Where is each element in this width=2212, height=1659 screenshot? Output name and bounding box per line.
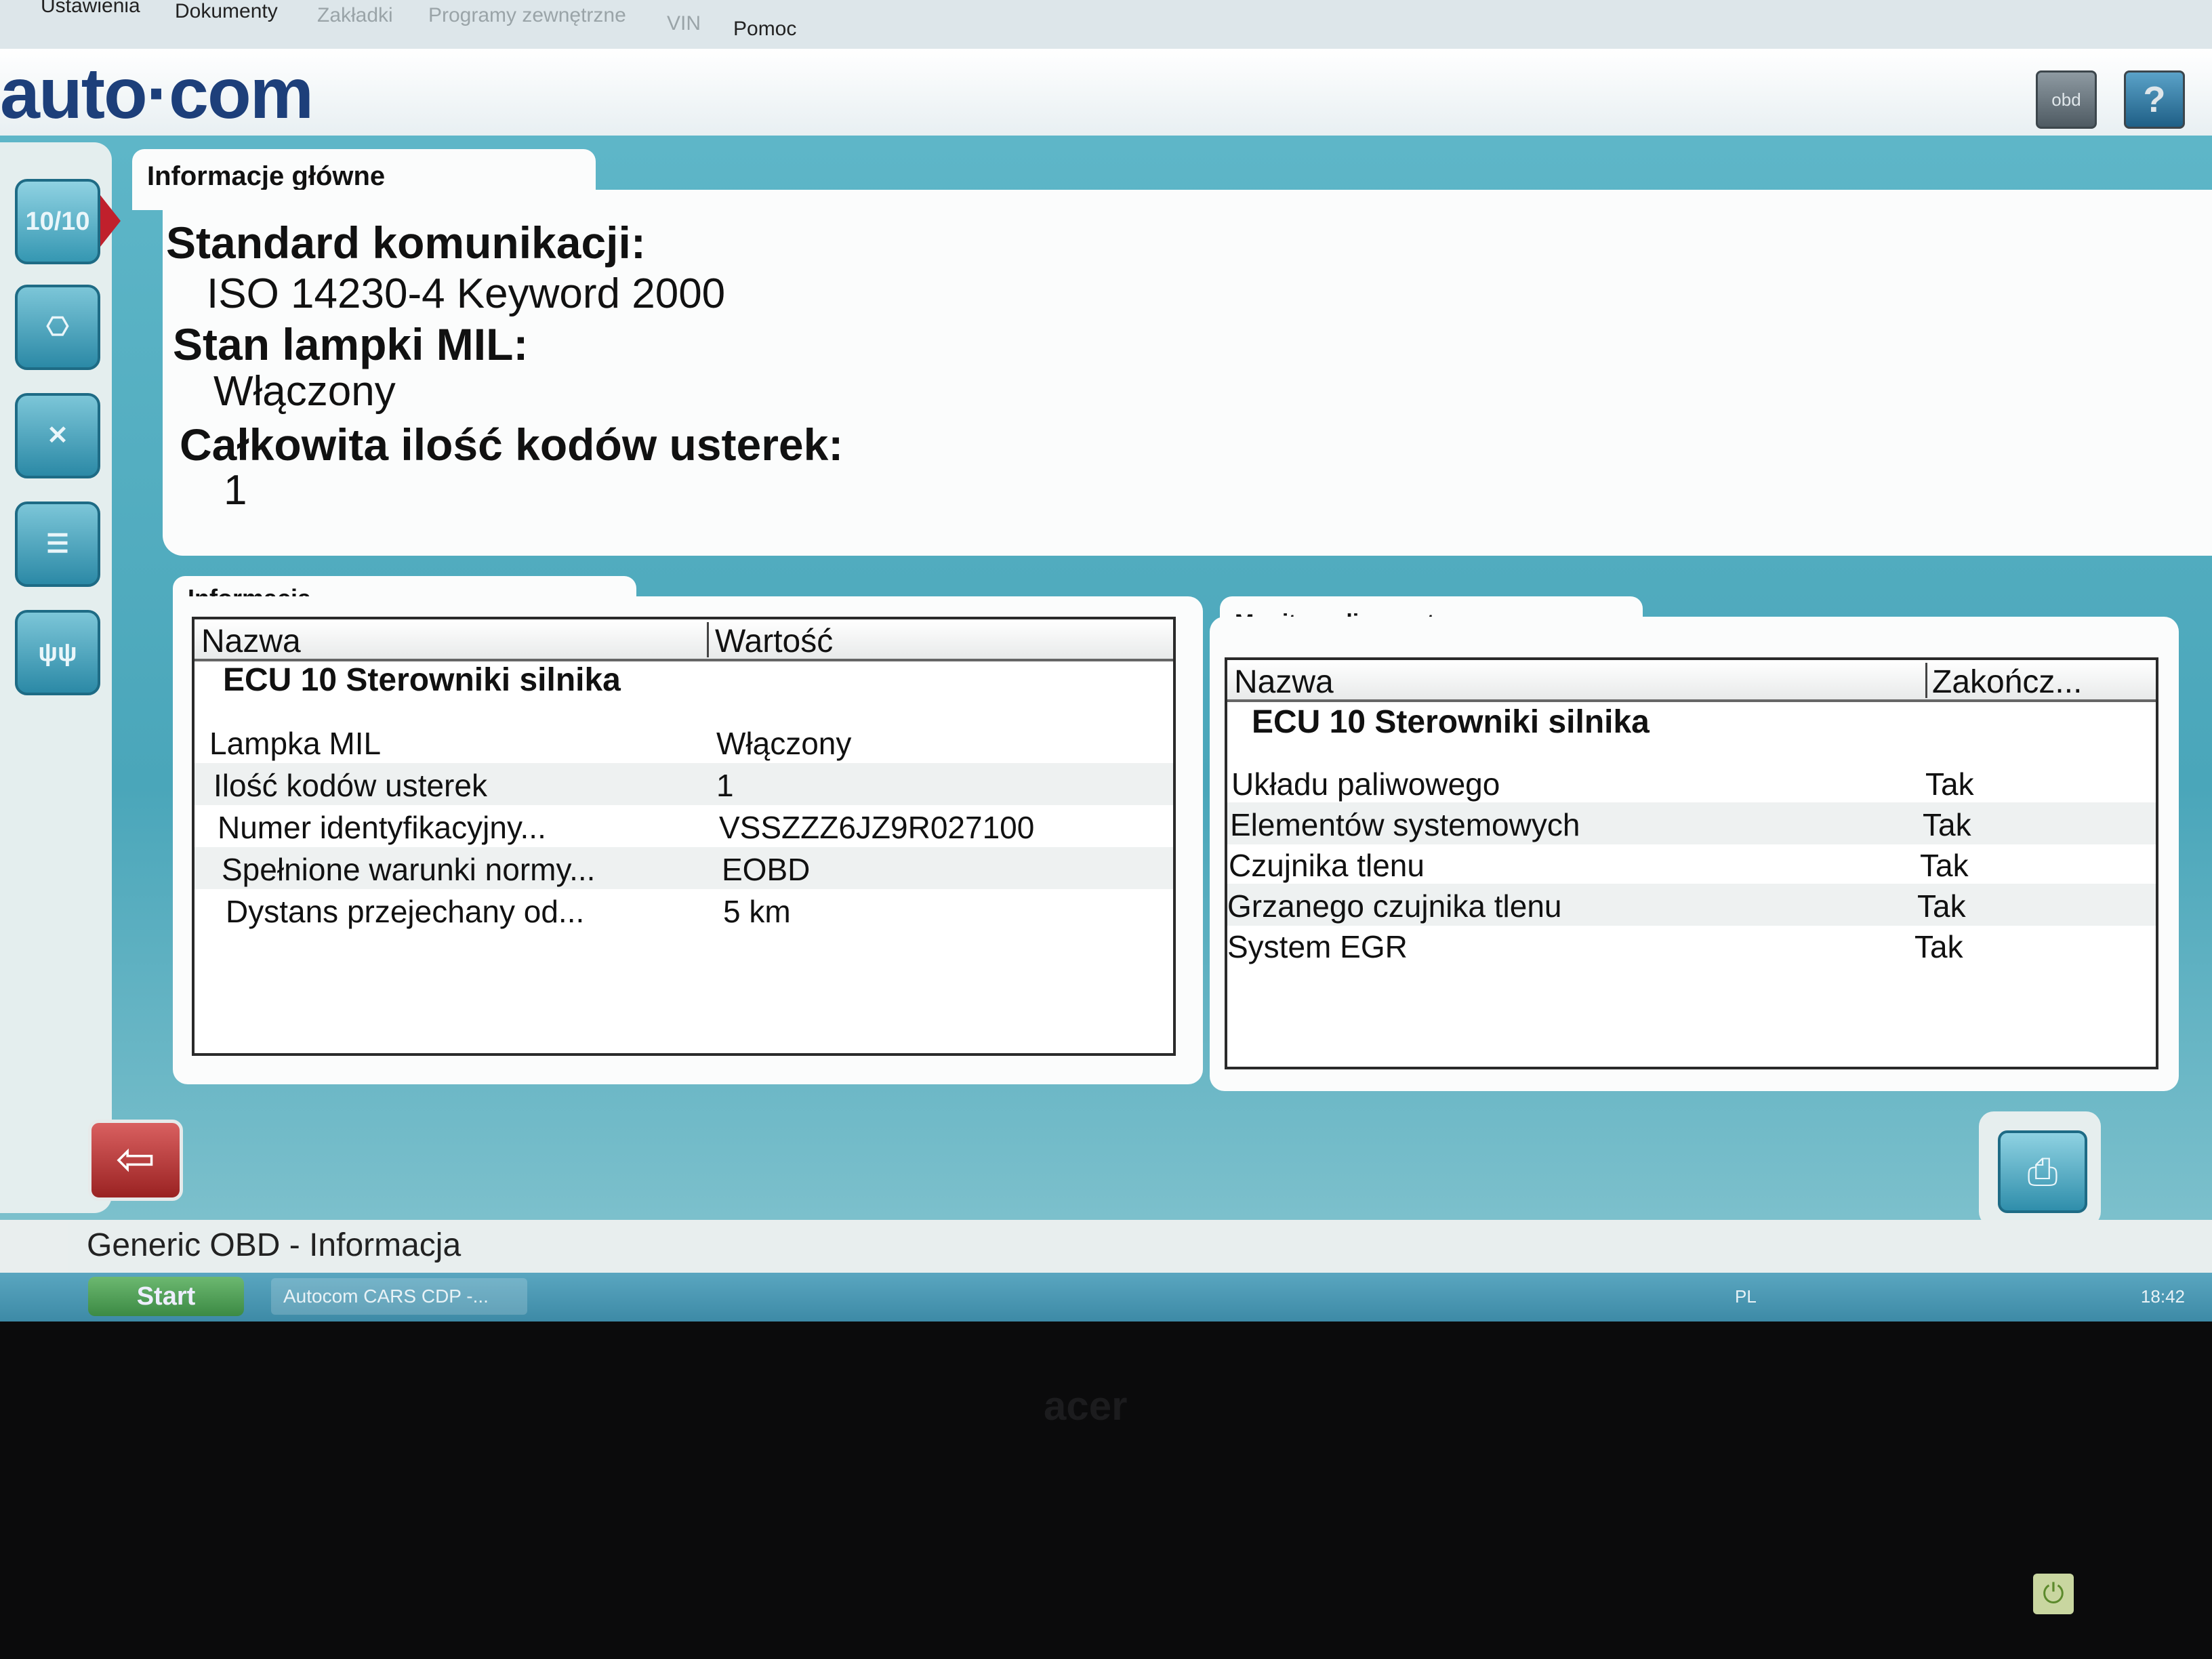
monitors-table-header: Nazwa Zakończ... [1227,660,2156,702]
communication-value: ISO 14230-4 Keyword 2000 [207,270,726,317]
row-value: EOBD [722,852,811,887]
table-row[interactable]: Spełnione warunki normy... EOBD [194,847,1173,889]
row-name: Elementów systemowych [1230,807,1580,842]
help-button[interactable]: ? [2124,70,2185,129]
row-name: Spełnione warunki normy... [222,852,596,887]
status-bar: Generic OBD - Informacja [68,1220,2212,1273]
monitors-table: Nazwa Zakończ... ECU 10 Sterowniki silni… [1225,657,2158,1069]
communication-label: Standard komunikacji: [166,218,646,268]
print-button[interactable]: ⎙ [1979,1111,2101,1227]
app-screen: Ustawienia Dokumenty Zakładki Programy z… [0,0,2212,1322]
row-value: Włączony [716,726,852,761]
engine-clear-icon[interactable]: ✕ [15,393,100,478]
row-name: Grzanego czujnika tlenu [1227,888,1562,924]
power-icon[interactable]: ⏻ [2033,1574,2074,1614]
menu-item-help[interactable]: Pomoc [733,18,796,41]
col-value-header[interactable]: Wartość [715,619,833,659]
print-icon: ⎙ [1998,1130,2087,1213]
table-row[interactable]: Układu paliwowego Tak [1227,762,2156,804]
row-value: Tak [1925,766,1974,802]
monitors-panel: Nazwa Zakończ... ECU 10 Sterowniki silni… [1210,617,2179,1091]
row-name: Czujnika tlenu [1229,848,1425,883]
obd-button[interactable]: obd [2036,70,2097,129]
row-name: Układu paliwowego [1231,766,1500,802]
start-button[interactable]: Start [88,1277,244,1316]
codes-value: 1 [224,467,247,514]
row-value: Tak [1917,888,1966,924]
table-row[interactable]: Ilość kodów usterek 1 [194,763,1173,805]
codes-label: Całkowita ilość kodów usterek: [180,419,844,470]
table-row[interactable]: Numer identyfikacyjny... VSSZZZ6JZ9R0271… [194,805,1173,847]
tray-clock: 18:42 [2140,1286,2185,1307]
row-value: Tak [1920,848,1969,883]
menu-bar: Ustawienia Dokumenty Zakładki Programy z… [0,0,2212,50]
row-value: 5 km [723,894,791,929]
info-panel: Nazwa Wartość ECU 10 Sterowniki silnika … [173,596,1203,1084]
row-value: Tak [1923,807,1971,842]
row-name: Ilość kodów usterek [213,768,487,803]
info-table-header: Nazwa Wartość [194,619,1173,661]
app-header: auto·com [0,49,2212,144]
table-row[interactable]: System EGR Tak [1227,924,2156,966]
table-row[interactable]: Dystans przejechany od... 5 km [194,889,1173,931]
menu-item-documents[interactable]: Dokumenty [175,0,278,23]
row-value: Tak [1914,929,1963,964]
col-name-header[interactable]: Nazwa [201,619,301,659]
main-info-panel: Standard komunikacji: ISO 14230-4 Keywor… [163,190,2212,556]
table-row[interactable]: Elementów systemowych Tak [1227,802,2156,844]
menu-item-bookmarks[interactable]: Zakładki [317,4,393,27]
row-name: Dystans przejechany od... [226,894,585,929]
ecu-group-label: ECU 10 Sterowniki silnika [223,662,621,698]
oxygen-sensor-icon[interactable]: ψψ [15,610,100,695]
info-person-icon[interactable]: 10/10 [15,179,121,264]
language-indicator[interactable]: PL [1735,1278,1757,1315]
menu-item-settings[interactable]: Ustawienia [41,0,140,18]
mil-value: Włączony [213,368,396,415]
row-value: VSSZZZ6JZ9R027100 [719,810,1035,845]
menu-item-vin[interactable]: VIN [667,12,701,35]
sidebar: 10/10 ⎔ ✕ ☰ ψψ [0,142,121,1213]
engine-icon[interactable]: ⎔ [15,285,100,370]
row-value: 1 [716,768,734,803]
autocom-logo: auto·com [0,54,314,134]
ecu-group-label: ECU 10 Sterowniki silnika [1252,704,1650,740]
live-data-icon[interactable]: ☰ [15,501,100,587]
table-row[interactable]: Lampka MIL Włączony [194,721,1173,763]
row-name: Numer identyfikacyjny... [218,810,546,845]
row-name: Lampka MIL [209,726,382,761]
back-arrow-icon[interactable]: ⇦ [88,1120,183,1201]
menu-item-external-programs[interactable]: Programy zewnętrzne [428,4,626,27]
col-done-header[interactable]: Zakończ... [1932,660,2082,700]
mil-label: Stan lampki MIL: [173,319,529,369]
row-name: System EGR [1227,929,1408,964]
laptop-brand-logo: acer [1044,1383,1128,1429]
info-table: Nazwa Wartość ECU 10 Sterowniki silnika … [192,617,1176,1056]
table-row[interactable]: Grzanego czujnika tlenu Tak [1227,884,2156,926]
taskbar: Start Autocom CARS CDP -... PL 18:42 [0,1273,2212,1322]
taskbar-app-autocom[interactable]: Autocom CARS CDP -... [271,1278,527,1315]
table-row[interactable]: Czujnika tlenu Tak [1227,843,2156,885]
status-text: Generic OBD - Informacja [87,1227,462,1263]
col-name-header[interactable]: Nazwa [1234,660,1334,700]
